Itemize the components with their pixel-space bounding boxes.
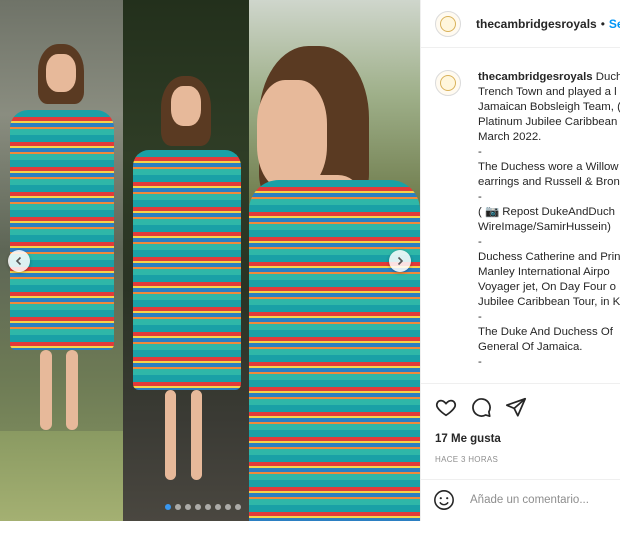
comment-input[interactable] (470, 493, 620, 506)
carousel-indicator (165, 504, 241, 510)
header-username[interactable]: thecambridgesroyals (476, 17, 597, 31)
carousel-dot (225, 504, 231, 510)
caption-line: ( 📷 Repost DukeAndDuch (478, 206, 616, 218)
post-timestamp: HACE 3 HORAS (435, 455, 499, 464)
action-icon-row (435, 396, 527, 418)
caption-line: - (478, 236, 482, 248)
comment-box (421, 479, 620, 519)
face-shape (46, 54, 76, 92)
carousel-dot (215, 504, 221, 510)
caption: thecambridgesroyals Duch Trench Town and… (435, 70, 620, 370)
photo-carousel[interactable] (0, 0, 420, 521)
caption-line: Jubilee Caribbean Tour, in K (478, 296, 620, 308)
comments-section[interactable]: thecambridgesroyals Duch Trench Town and… (421, 48, 620, 382)
carousel-dot (205, 504, 211, 510)
carousel-dot (175, 504, 181, 510)
post-actions: 17 Me gusta HACE 3 HORAS (421, 383, 620, 549)
caption-line: Trench Town and played a l (478, 86, 617, 98)
caption-line: - (478, 146, 482, 158)
caption-line: thecambridgesroyals Duch (478, 70, 620, 85)
post-side-panel: thecambridgesroyals • Seg thecambridgesr… (420, 0, 620, 521)
caption-avatar[interactable] (435, 70, 461, 96)
comment-icon[interactable] (470, 396, 492, 418)
chevron-right-icon (397, 256, 404, 266)
carousel-dot (165, 504, 171, 510)
share-icon[interactable] (505, 396, 527, 418)
caption-line: - (478, 356, 482, 368)
caption-line: The Duke And Duchess Of (478, 326, 613, 338)
carousel-dot (195, 504, 201, 510)
likes-count[interactable]: 17 Me gusta (435, 433, 501, 445)
caption-line: WireImage/SamirHussein) (478, 221, 611, 233)
royal-crest-logo (440, 75, 456, 91)
caption-username[interactable]: thecambridgesroyals (478, 71, 593, 83)
chevron-left-icon (15, 256, 22, 266)
photo-middle (123, 0, 249, 521)
caption-line: Voyager jet, On Day Four o (478, 281, 617, 293)
emoji-icon[interactable] (433, 489, 455, 511)
dress-shape (10, 110, 114, 350)
caption-line: The Duchess wore a Willow (478, 161, 619, 173)
instagram-post: thecambridgesroyals • Seg thecambridgesr… (0, 0, 620, 521)
heart-icon[interactable] (435, 396, 457, 418)
caption-line: earrings and Russell & Bron (478, 176, 620, 188)
follow-button[interactable]: Seg (609, 17, 620, 31)
carousel-dot (235, 504, 241, 510)
header-separator: • (600, 16, 605, 31)
caption-line: General Of Jamaica. (478, 341, 583, 353)
dress-shape (133, 150, 241, 390)
royal-crest-logo (440, 15, 456, 32)
caption-text: thecambridgesroyals Duch Trench Town and… (478, 70, 620, 370)
caption-line: - (478, 311, 482, 323)
carousel-dot (185, 504, 191, 510)
caption-first-line: Duch (595, 71, 620, 83)
caption-line: Jamaican Bobsleigh Team, ( (478, 101, 620, 113)
caption-line: Duchess Catherine and Prin (478, 251, 620, 263)
dress-shape (249, 180, 420, 521)
previous-slide-button[interactable] (8, 250, 30, 272)
caption-line: Manley International Airpo (478, 266, 610, 278)
post-header: thecambridgesroyals • Seg (421, 0, 620, 48)
caption-line: March 2022. (478, 131, 542, 143)
caption-line: Platinum Jubilee Caribbean (478, 116, 618, 128)
profile-avatar[interactable] (435, 10, 461, 37)
caption-line: - (478, 191, 482, 203)
next-slide-button[interactable] (389, 250, 411, 272)
